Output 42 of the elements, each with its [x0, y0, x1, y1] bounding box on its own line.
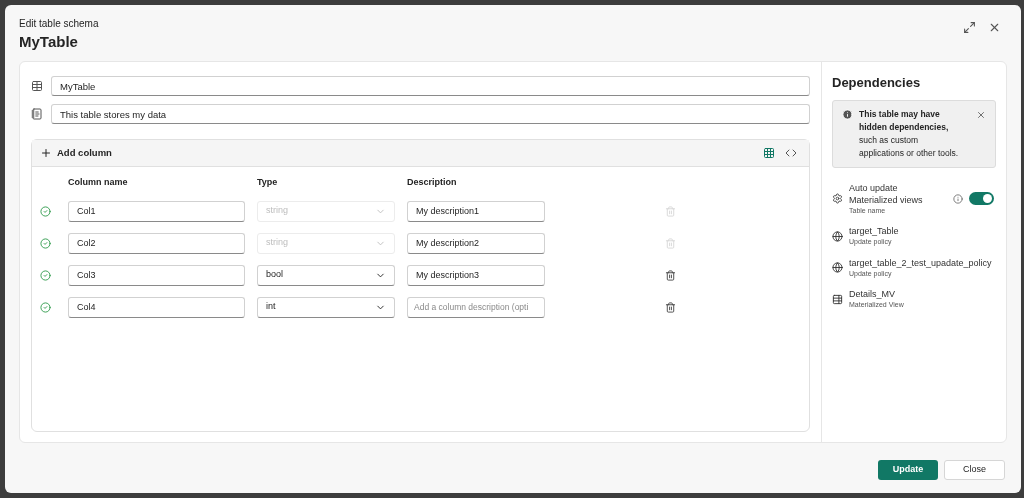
- plus-icon: [40, 147, 52, 159]
- expand-icon[interactable]: [963, 21, 976, 34]
- column-name-field[interactable]: Col2: [68, 232, 245, 254]
- gears-icon: [832, 193, 843, 205]
- dialog-subtitle: Edit table schema: [19, 17, 99, 31]
- auto-update-toggle[interactable]: [969, 192, 994, 206]
- type-dropdown[interactable]: bool: [257, 264, 395, 286]
- globe-icon: [832, 262, 843, 274]
- table-name-field[interactable]: MyTable: [51, 76, 810, 96]
- description-field[interactable]: Add a column description (opti: [407, 296, 545, 318]
- table-icon: [832, 293, 843, 305]
- delete-icon[interactable]: [665, 301, 676, 313]
- close-icon[interactable]: [988, 21, 1001, 34]
- description-field[interactable]: My description1: [407, 200, 545, 222]
- dialog-title: MyTable: [19, 32, 79, 52]
- update-button[interactable]: Update: [878, 460, 938, 480]
- column-name-field[interactable]: Col4: [68, 296, 245, 318]
- dependency-name: target_Table: [849, 225, 899, 237]
- grid-view-button[interactable]: [763, 147, 775, 159]
- notice-text: This table may have hidden dependencies, such as custom applications or other tools.: [859, 107, 959, 160]
- dependencies-title: Dependencies: [832, 74, 922, 92]
- column-header: Column name: [68, 176, 129, 189]
- column-name-field[interactable]: Col1: [68, 200, 245, 222]
- column-header: Type: [257, 176, 279, 189]
- delete-icon[interactable]: [665, 269, 676, 281]
- description-field[interactable]: My description3: [407, 264, 545, 286]
- globe-icon: [832, 230, 843, 242]
- auto-update-label: Auto update Materialized views: [849, 181, 924, 206]
- column-header: Description: [407, 176, 457, 189]
- description-field[interactable]: My description2: [407, 232, 545, 254]
- close-button[interactable]: Close: [944, 460, 1005, 480]
- table-icon: [31, 80, 43, 92]
- close-icon[interactable]: [976, 109, 986, 120]
- info-icon: [842, 108, 853, 120]
- dependency-name: Details_MV: [849, 288, 896, 300]
- dependency-name: target_table_2_test_upadate_policy: [849, 256, 992, 269]
- add-column-button[interactable]: Add column: [40, 145, 112, 161]
- description-icon: [31, 108, 43, 120]
- table-description-field[interactable]: This table stores my data: [51, 104, 810, 124]
- code-view-button[interactable]: [785, 147, 797, 159]
- type-dropdown[interactable]: int: [257, 296, 395, 318]
- column-name-field[interactable]: Col3: [68, 264, 245, 286]
